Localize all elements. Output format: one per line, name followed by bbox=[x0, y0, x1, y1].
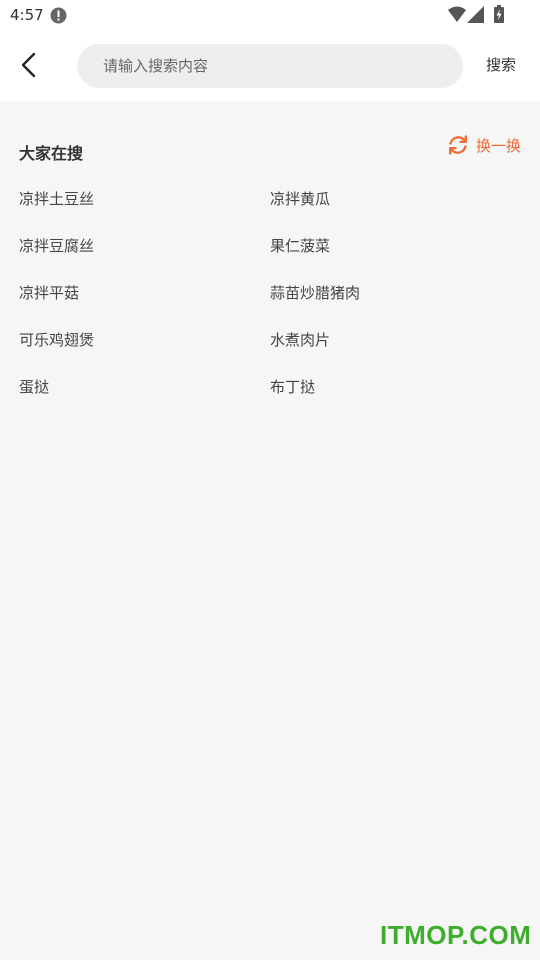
hot-search-item[interactable]: 凉拌平菇 bbox=[19, 282, 79, 303]
battery-icon bbox=[494, 5, 504, 23]
chevron-left-icon bbox=[21, 52, 36, 78]
status-bar: 4:57 bbox=[0, 0, 540, 32]
wifi-icon bbox=[448, 6, 466, 22]
hot-search-item[interactable]: 凉拌黄瓜 bbox=[270, 188, 330, 209]
hot-search-item[interactable]: 布丁挞 bbox=[270, 376, 315, 397]
search-button[interactable]: 搜索 bbox=[478, 54, 524, 78]
refresh-label: 换一换 bbox=[476, 137, 522, 155]
hot-search-item[interactable]: 水煮肉片 bbox=[270, 329, 330, 350]
watermark: ITMOP.COM bbox=[380, 920, 532, 950]
search-input[interactable] bbox=[103, 44, 443, 88]
hot-search-item[interactable]: 可乐鸡翅煲 bbox=[19, 329, 94, 350]
status-time: 4:57 bbox=[10, 6, 44, 24]
hot-search-item[interactable]: 蛋挞 bbox=[19, 376, 49, 397]
back-button[interactable] bbox=[10, 46, 48, 84]
search-header: 搜索 bbox=[0, 32, 540, 101]
search-box[interactable] bbox=[77, 44, 463, 88]
hot-search-item[interactable]: 蒜苗炒腊猪肉 bbox=[270, 282, 360, 303]
signal-icon bbox=[467, 6, 484, 23]
alert-icon bbox=[50, 7, 67, 24]
hot-search-item[interactable]: 凉拌土豆丝 bbox=[19, 188, 94, 209]
hot-search-item[interactable]: 果仁菠菜 bbox=[270, 235, 330, 256]
section-title-hot-search: 大家在搜 bbox=[19, 144, 84, 163]
refresh-button[interactable]: 换一换 bbox=[446, 133, 526, 157]
refresh-icon bbox=[449, 135, 467, 155]
hot-search-item[interactable]: 凉拌豆腐丝 bbox=[19, 235, 94, 256]
